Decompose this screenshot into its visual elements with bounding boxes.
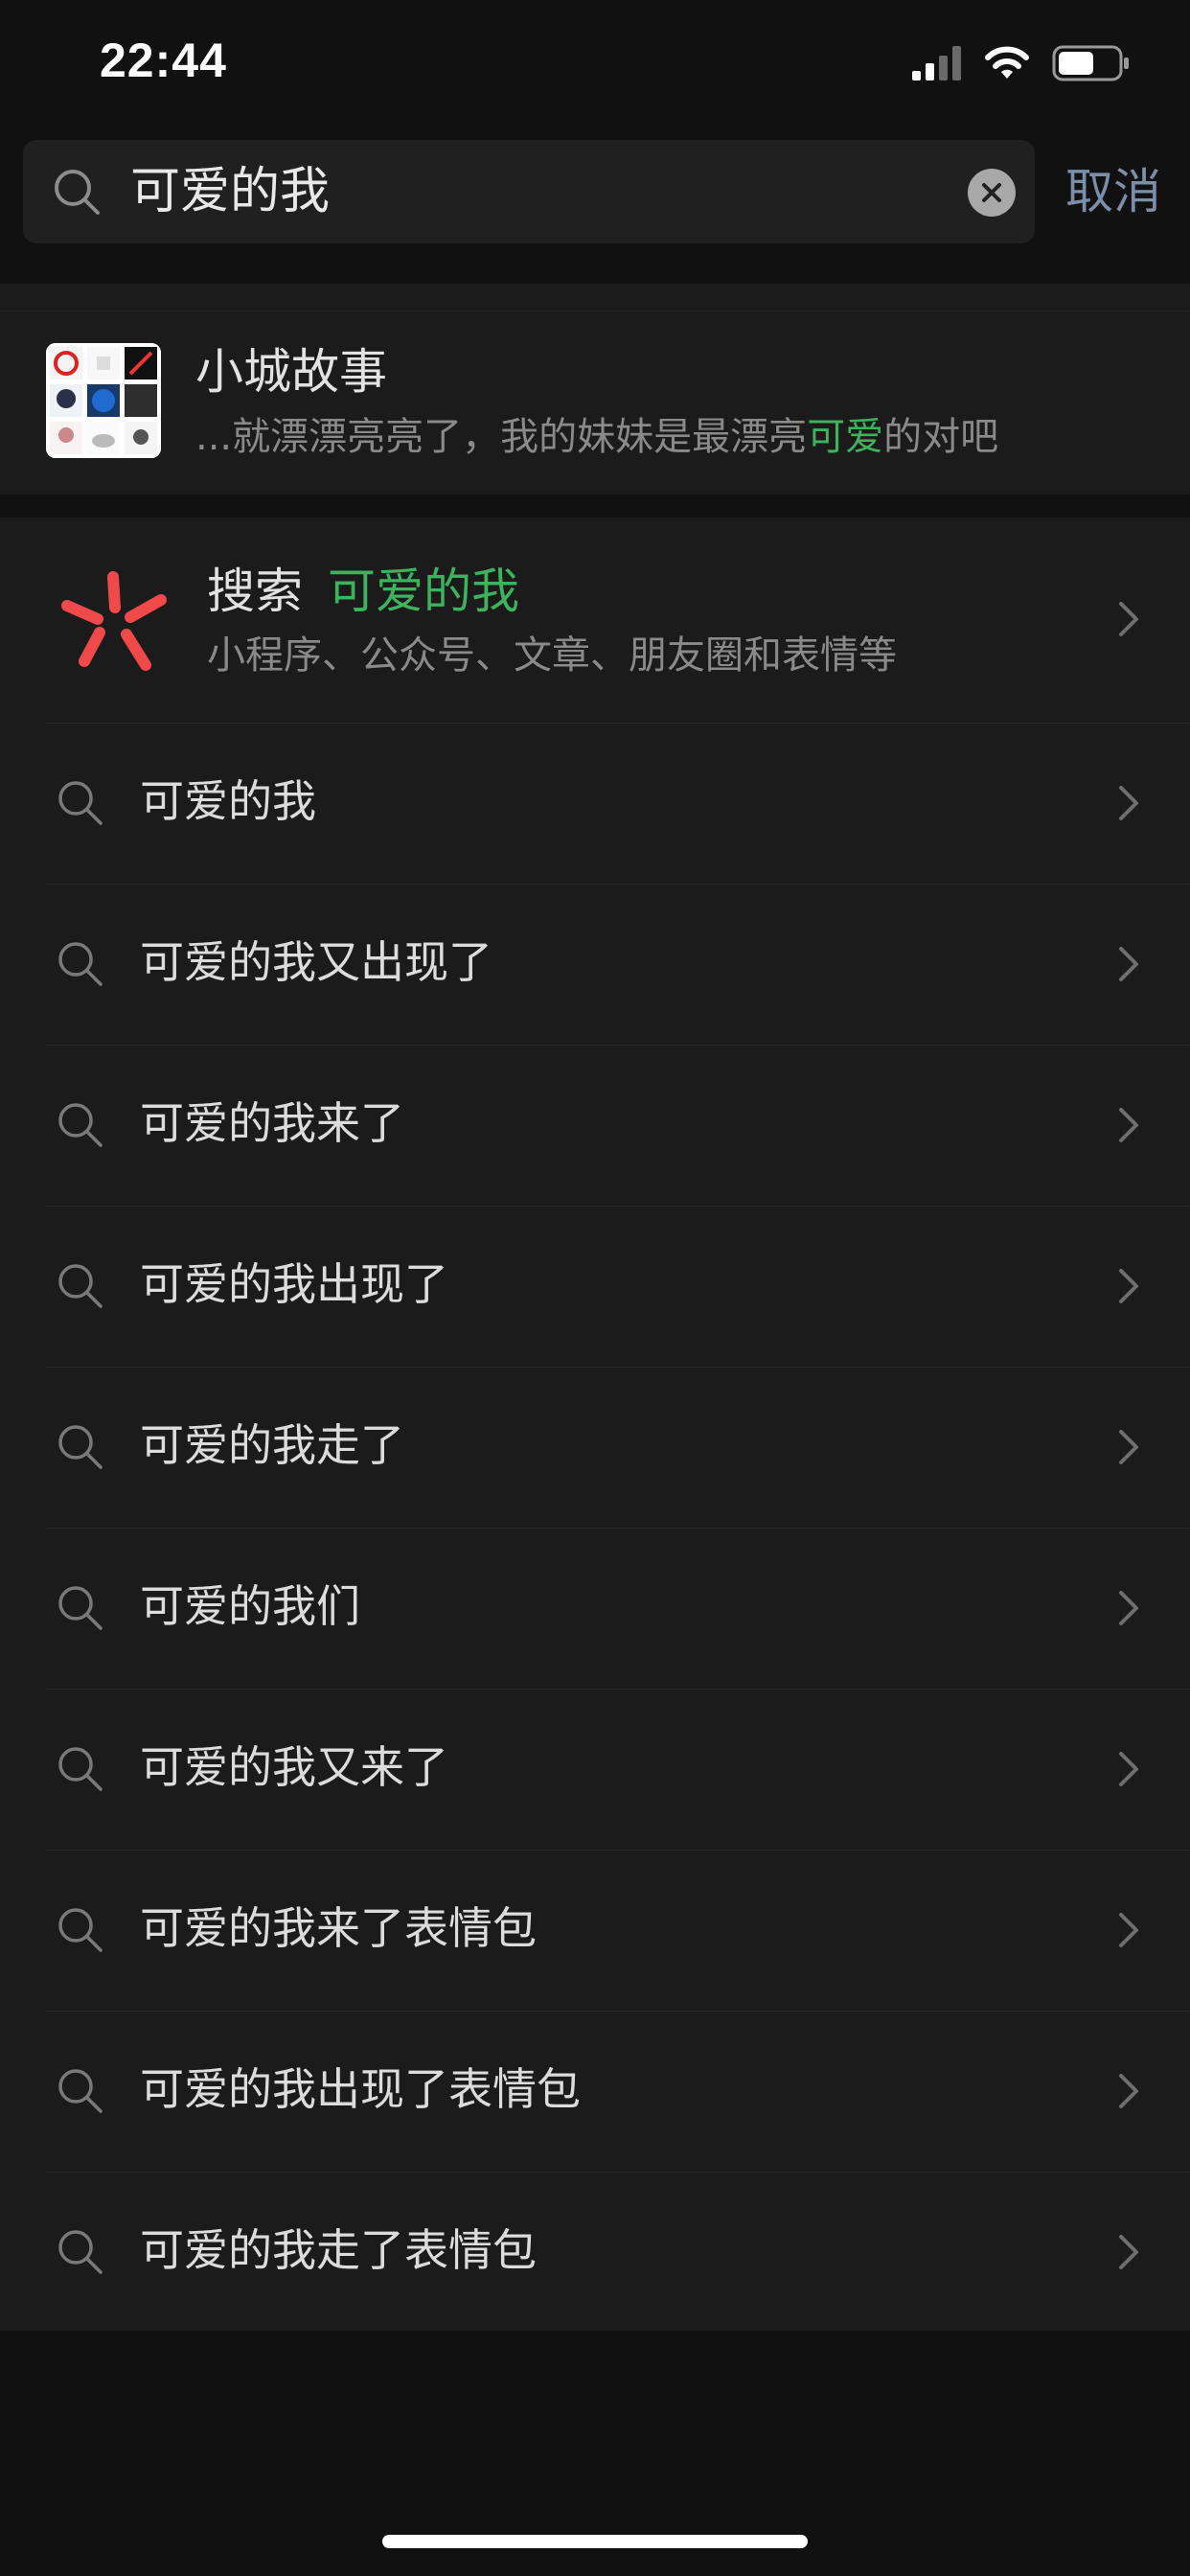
search-icon: [58, 1747, 103, 1791]
suggestion-text: 可爱的我又出现了: [140, 936, 492, 988]
suggestion-text: 可爱的我走了: [140, 1419, 404, 1471]
status-bar: 22:44: [0, 0, 1190, 126]
suggestion-text: 可爱的我走了表情包: [140, 2224, 537, 2276]
suggestion-text: 可爱的我们: [140, 1580, 360, 1632]
search-box[interactable]: 可爱的我: [23, 140, 1035, 243]
suggestion-text: 可爱的我又来了: [140, 1741, 448, 1793]
cancel-button[interactable]: 取消: [1065, 161, 1161, 222]
divider: [46, 2011, 1190, 2012]
cellular-signal-icon: [912, 46, 961, 80]
snippet-prefix: ...就漂漂亮亮了，我的妹妹是最漂亮: [195, 415, 808, 459]
search-icon: [58, 2069, 103, 2113]
web-search-label: 搜索: [207, 564, 303, 619]
wifi-icon: [985, 46, 1029, 79]
chevron-right-icon: [1119, 947, 1138, 981]
web-search-row[interactable]: 搜索 可爱的我 小程序、公众号、文章、朋友圈和表情等: [0, 518, 1190, 723]
chevron-right-icon: [1119, 1269, 1138, 1303]
clear-button[interactable]: [968, 169, 1016, 217]
suggestion-text: 可爱的我来了: [140, 1097, 404, 1149]
suggestion-text: 可爱的我: [140, 775, 316, 827]
suggestion-item[interactable]: 可爱的我们: [0, 1528, 1190, 1689]
suggestion-text: 可爱的我出现了: [140, 1258, 448, 1310]
suggestion-item[interactable]: 可爱的我又来了: [0, 1689, 1190, 1850]
chevron-right-icon: [1119, 1108, 1138, 1142]
search-icon: [58, 1264, 103, 1308]
suggestion-text: 可爱的我来了表情包: [140, 1902, 537, 1954]
chevron-right-icon: [1119, 1591, 1138, 1625]
suggestion-item[interactable]: 可爱的我走了: [0, 1367, 1190, 1528]
chat-snippet: ...就漂漂亮亮了，我的妹妹是最漂亮可爱的对吧: [195, 412, 998, 462]
wechat-search-screen: 22:44 可爱的我 取消 小城故事 ...就漂漂亮亮了，我的妹妹是最漂亮可爱的…: [0, 0, 1190, 2576]
search-icon: [58, 1103, 103, 1147]
divider: [46, 1528, 1190, 1529]
chevron-right-icon: [1119, 2074, 1138, 2108]
search-icon: [58, 942, 103, 986]
search-input[interactable]: 可爱的我: [130, 161, 330, 222]
suggestion-item[interactable]: 可爱的我又出现了: [0, 884, 1190, 1045]
suggestion-section: 搜索 可爱的我 小程序、公众号、文章、朋友圈和表情等 可爱的我 可爱的我又出现了 可爱…: [0, 518, 1190, 2331]
search-icon: [58, 1425, 103, 1469]
clear-icon: [982, 183, 1001, 202]
group-avatar-icon: [46, 343, 161, 458]
chevron-right-icon: [1119, 786, 1138, 820]
chevron-right-icon: [1119, 1913, 1138, 1947]
search-icon: [58, 2230, 103, 2274]
divider: [46, 1045, 1190, 1046]
suggestion-item[interactable]: 可爱的我: [0, 723, 1190, 884]
divider: [46, 1850, 1190, 1851]
search-icon: [58, 1586, 103, 1630]
suggestion-item[interactable]: 可爱的我来了: [0, 1045, 1190, 1206]
divider: [46, 1206, 1190, 1207]
web-search-keyword: 可爱的我: [328, 564, 519, 619]
suggestion-item[interactable]: 可爱的我出现了: [0, 1206, 1190, 1367]
chevron-right-icon: [1119, 602, 1138, 636]
search-flower-icon: [61, 571, 167, 671]
search-icon: [55, 170, 100, 215]
divider: [46, 884, 1190, 885]
divider: [0, 310, 1190, 311]
suggestion-item[interactable]: 可爱的我来了表情包: [0, 1850, 1190, 2011]
battery-icon: [1052, 45, 1129, 81]
home-indicator: [382, 2535, 808, 2548]
divider: [46, 1689, 1190, 1690]
snippet-highlight: 可爱: [807, 415, 884, 459]
status-time: 22:44: [100, 34, 227, 87]
chat-result[interactable]: 小城故事 ...就漂漂亮亮了，我的妹妹是最漂亮可爱的对吧: [0, 284, 1190, 494]
chevron-right-icon: [1119, 2235, 1138, 2269]
snippet-suffix: 的对吧: [883, 415, 999, 459]
status-icons: [912, 40, 1131, 86]
chat-name: 小城故事: [195, 344, 387, 400]
suggestion-item[interactable]: 可爱的我走了表情包: [0, 2172, 1190, 2333]
search-icon: [58, 781, 103, 825]
chevron-right-icon: [1119, 1752, 1138, 1786]
divider: [46, 723, 1190, 724]
divider: [46, 1367, 1190, 1368]
chevron-right-icon: [1119, 1430, 1138, 1464]
suggestion-text: 可爱的我出现了表情包: [140, 2063, 581, 2115]
search-icon: [58, 1908, 103, 1952]
divider: [46, 2172, 1190, 2173]
web-search-title: 搜索 可爱的我: [207, 562, 519, 621]
web-search-subtitle: 小程序、公众号、文章、朋友圈和表情等: [207, 633, 897, 678]
avatar: [46, 343, 161, 458]
search-header: 可爱的我 取消: [0, 126, 1190, 270]
suggestion-item[interactable]: 可爱的我出现了表情包: [0, 2011, 1190, 2172]
